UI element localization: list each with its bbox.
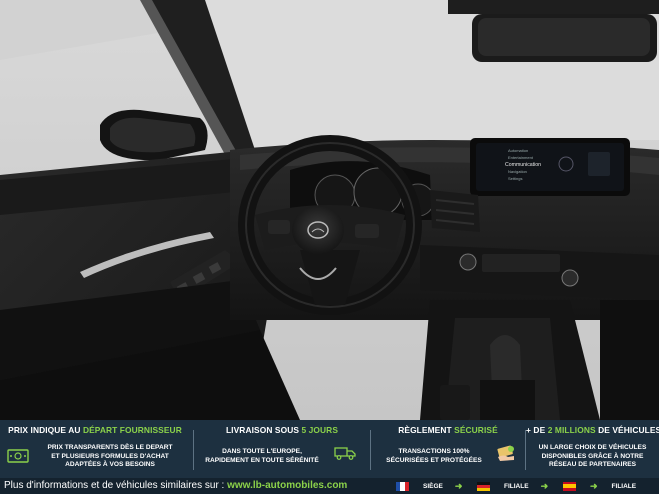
website-link[interactable]: www.lb-automobiles.com: [227, 480, 347, 491]
banner-col-vehicles: + DE 2 MILLIONS DE VÉHICULES UN LARGE CH…: [526, 420, 659, 478]
vehicles-title: + DE 2 MILLIONS DE VÉHICULES: [526, 425, 659, 435]
payment-title: RÈGLEMENT SÉCURISÉ: [398, 425, 498, 435]
car-interior-photo: Automation Entertainment Communication N…: [0, 0, 659, 420]
screen-menu-item-4: Navigation: [508, 169, 527, 174]
money-icon: [7, 449, 29, 463]
arrow-right-icon: ➜: [590, 480, 598, 491]
footer-bar: Plus d'informations et de véhicules simi…: [0, 478, 659, 494]
screen-menu-item-1: Automation: [508, 148, 528, 153]
banner-divider: [370, 430, 371, 470]
services-banner: PRIX INDIQUE AU DÉPART FOURNISSEUR PRIX …: [0, 420, 659, 478]
arrow-right-icon: ➜: [454, 480, 463, 491]
secure-payment-icon: [497, 445, 514, 461]
footer-info: Plus d'informations et de véhicules simi…: [4, 480, 348, 491]
payment-desc: TRANSACTIONS 100% SÉCURISÉES ET PROTÉGÉE…: [386, 448, 482, 464]
infotainment-screen: Automation Entertainment Communication N…: [470, 138, 630, 196]
banner-col-price: PRIX INDIQUE AU DÉPART FOURNISSEUR PRIX …: [0, 420, 190, 478]
germany-flag-icon: [477, 481, 490, 491]
price-title: PRIX INDIQUE AU DÉPART FOURNISSEUR: [8, 425, 182, 435]
lang-item-france[interactable]: SIÈGE ➜: [396, 481, 476, 491]
france-flag-icon: [396, 481, 409, 491]
lang-item-spain[interactable]: ➜ FILIALE: [563, 481, 636, 491]
banner-divider: [193, 430, 194, 470]
delivery-title: LIVRAISON SOUS 5 JOURS: [225, 425, 339, 435]
price-desc: PRIX TRANSPARENTS DÈS LE DEPART ET PLUSI…: [47, 444, 173, 468]
lang-item-germany[interactable]: FILIALE ➜: [477, 481, 562, 491]
screen-menu-item-3: Communication: [505, 162, 541, 168]
listing-photo-frame: Automation Entertainment Communication N…: [0, 0, 659, 494]
vehicles-desc: UN LARGE CHOIX DE VÉHICULES DISPONIBLES …: [538, 444, 647, 468]
banner-col-payment: RÈGLEMENT SÉCURISÉ TRANSACTIONS 100% SÉC…: [374, 420, 522, 478]
screen-menu-item-5: Settings: [508, 176, 522, 181]
spain-flag-icon: [563, 481, 576, 491]
screen-menu-item-2: Entertainment: [508, 155, 534, 160]
arrow-right-icon: ➜: [540, 480, 549, 491]
delivery-truck-icon: [334, 447, 356, 460]
banner-col-delivery: LIVRAISON SOUS 5 JOURS DANS TOUTE L'EURO…: [198, 420, 366, 478]
delivery-desc: DANS TOUTE L'EUROPE, RAPIDEMENT EN TOUTE…: [205, 448, 319, 464]
